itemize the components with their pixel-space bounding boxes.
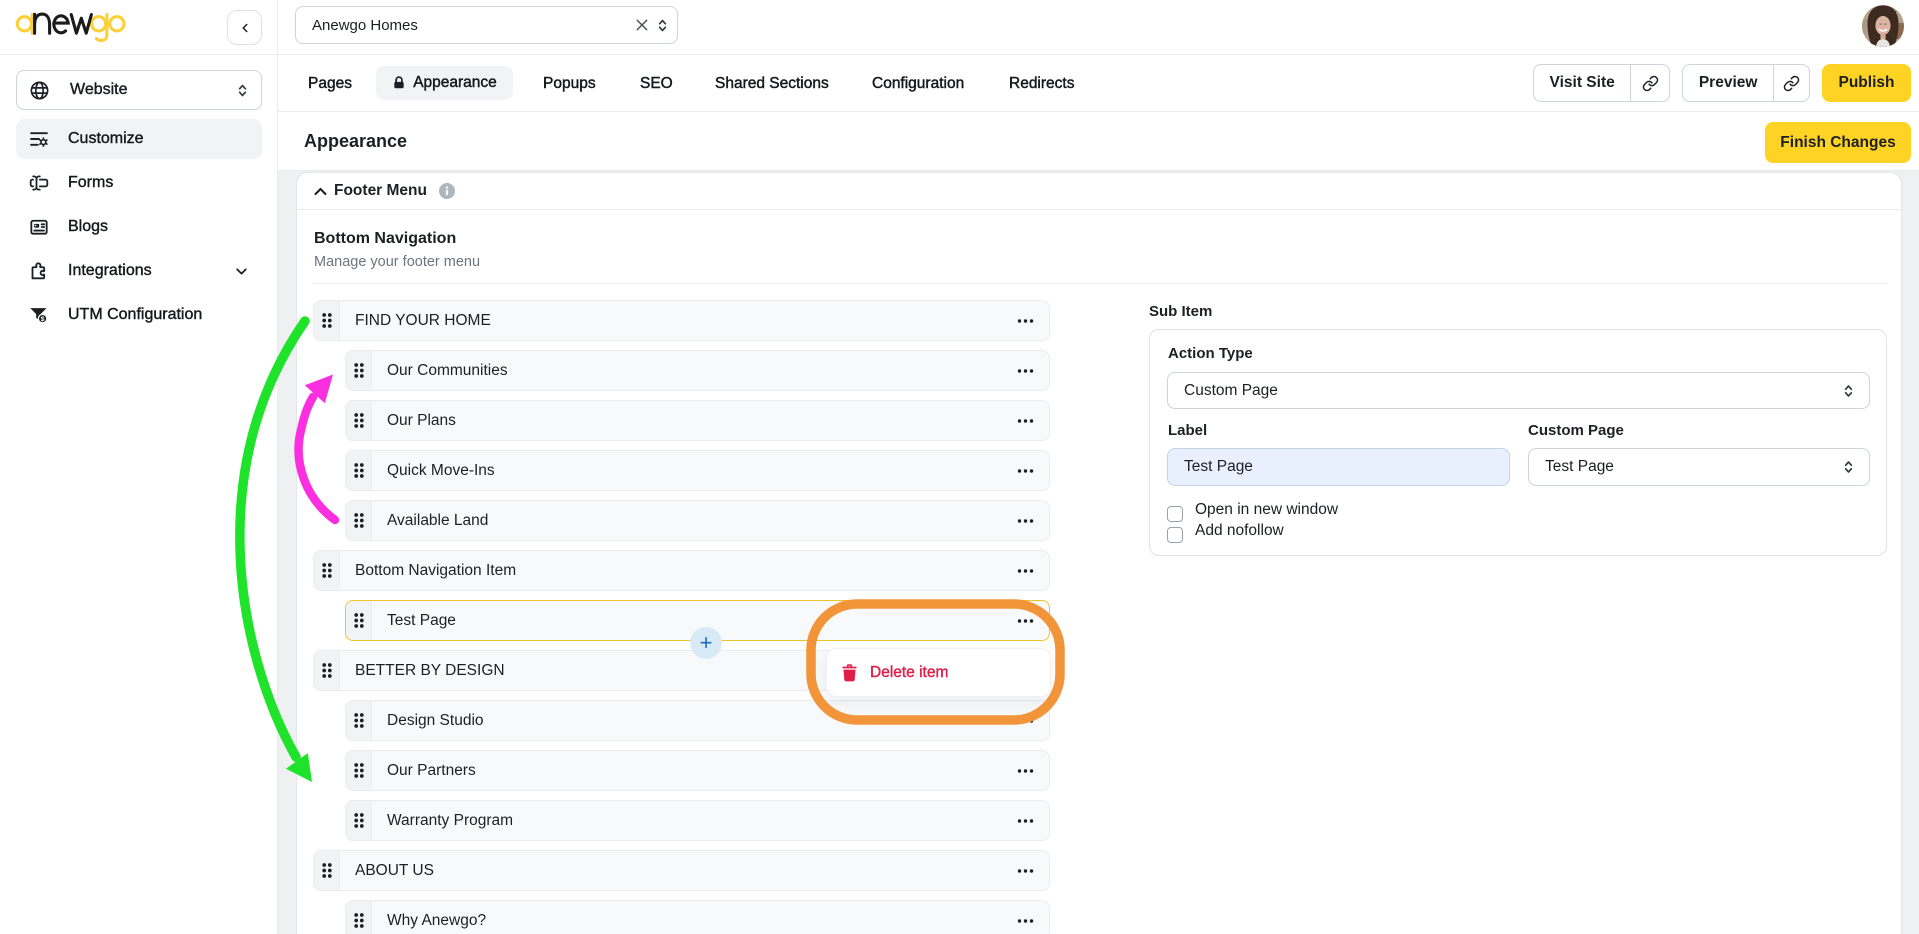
svg-text:$: $ [41, 316, 45, 323]
